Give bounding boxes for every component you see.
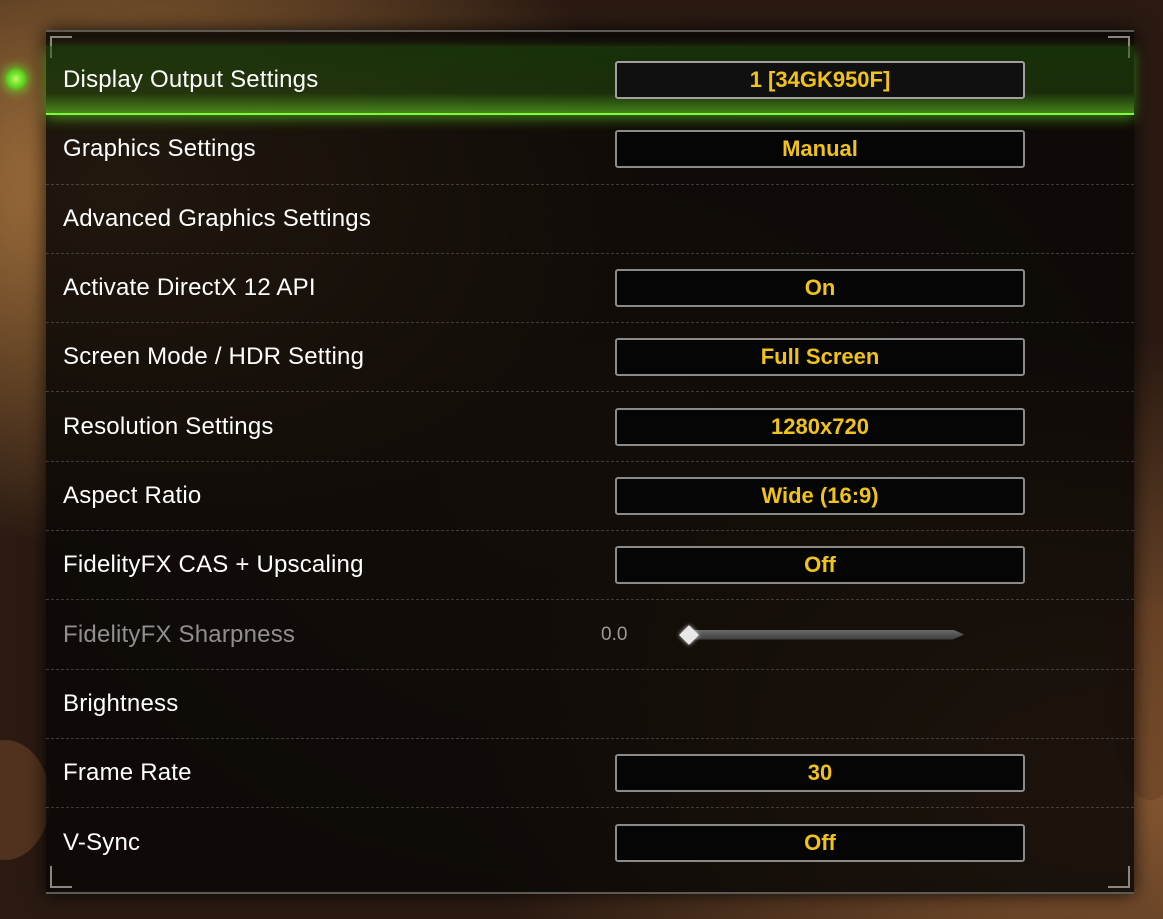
setting-row-graphics[interactable]: Graphics Settings Manual (46, 115, 1134, 185)
setting-value-selector[interactable]: Full Screen (615, 338, 1025, 377)
setting-row-fidelityfx-sharpness: FidelityFX Sharpness 0.0 (46, 600, 1134, 670)
setting-label: Frame Rate (63, 759, 192, 787)
setting-row-fidelityfx-cas[interactable]: FidelityFX CAS + Upscaling Off (46, 531, 1134, 601)
setting-row-resolution[interactable]: Resolution Settings 1280x720 (46, 392, 1134, 462)
setting-row-directx12[interactable]: Activate DirectX 12 API On (46, 254, 1134, 324)
setting-value-selector[interactable]: Off (615, 546, 1025, 585)
setting-label: Brightness (63, 689, 179, 717)
setting-label: Screen Mode / HDR Setting (63, 343, 365, 371)
setting-value-selector[interactable]: 1280x720 (615, 407, 1025, 446)
setting-row-frame-rate[interactable]: Frame Rate 30 (46, 739, 1134, 809)
setting-row-advanced-graphics[interactable]: Advanced Graphics Settings (46, 185, 1134, 254)
setting-value-selector[interactable]: 30 (615, 754, 1025, 793)
setting-value-selector[interactable]: On (615, 269, 1025, 308)
slider-knob-icon (679, 624, 699, 645)
setting-row-vsync[interactable]: V-Sync Off (46, 808, 1134, 877)
settings-panel: Display Output Settings 1 [34GK950F] Gra… (46, 30, 1134, 894)
setting-label: Resolution Settings (63, 412, 274, 440)
setting-label: Display Output Settings (63, 65, 319, 93)
setting-label: FidelityFX Sharpness (63, 620, 296, 648)
setting-label: Advanced Graphics Settings (63, 204, 372, 232)
settings-list: Display Output Settings 1 [34GK950F] Gra… (46, 46, 1134, 878)
setting-label: Graphics Settings (63, 135, 256, 163)
setting-label: V-Sync (63, 828, 141, 856)
setting-row-aspect-ratio[interactable]: Aspect Ratio Wide (16:9) (46, 462, 1134, 532)
setting-row-brightness[interactable]: Brightness (46, 670, 1134, 739)
sharpness-slider-track (686, 629, 964, 640)
setting-row-screen-mode[interactable]: Screen Mode / HDR Setting Full Screen (46, 323, 1134, 393)
background-rock (0, 740, 50, 860)
selection-cursor-icon (5, 68, 27, 90)
setting-value-selector[interactable]: Wide (16:9) (615, 476, 1025, 515)
setting-row-display-output[interactable]: Display Output Settings 1 [34GK950F] (46, 46, 1134, 116)
setting-label: Aspect Ratio (63, 481, 202, 509)
setting-label: Activate DirectX 12 API (63, 274, 316, 302)
setting-value-selector[interactable]: Off (615, 823, 1025, 862)
slider-value: 0.0 (601, 623, 628, 645)
setting-value-selector[interactable]: 1 [34GK950F] (615, 60, 1025, 99)
setting-label: FidelityFX CAS + Upscaling (63, 551, 364, 579)
setting-value-selector[interactable]: Manual (615, 130, 1025, 169)
